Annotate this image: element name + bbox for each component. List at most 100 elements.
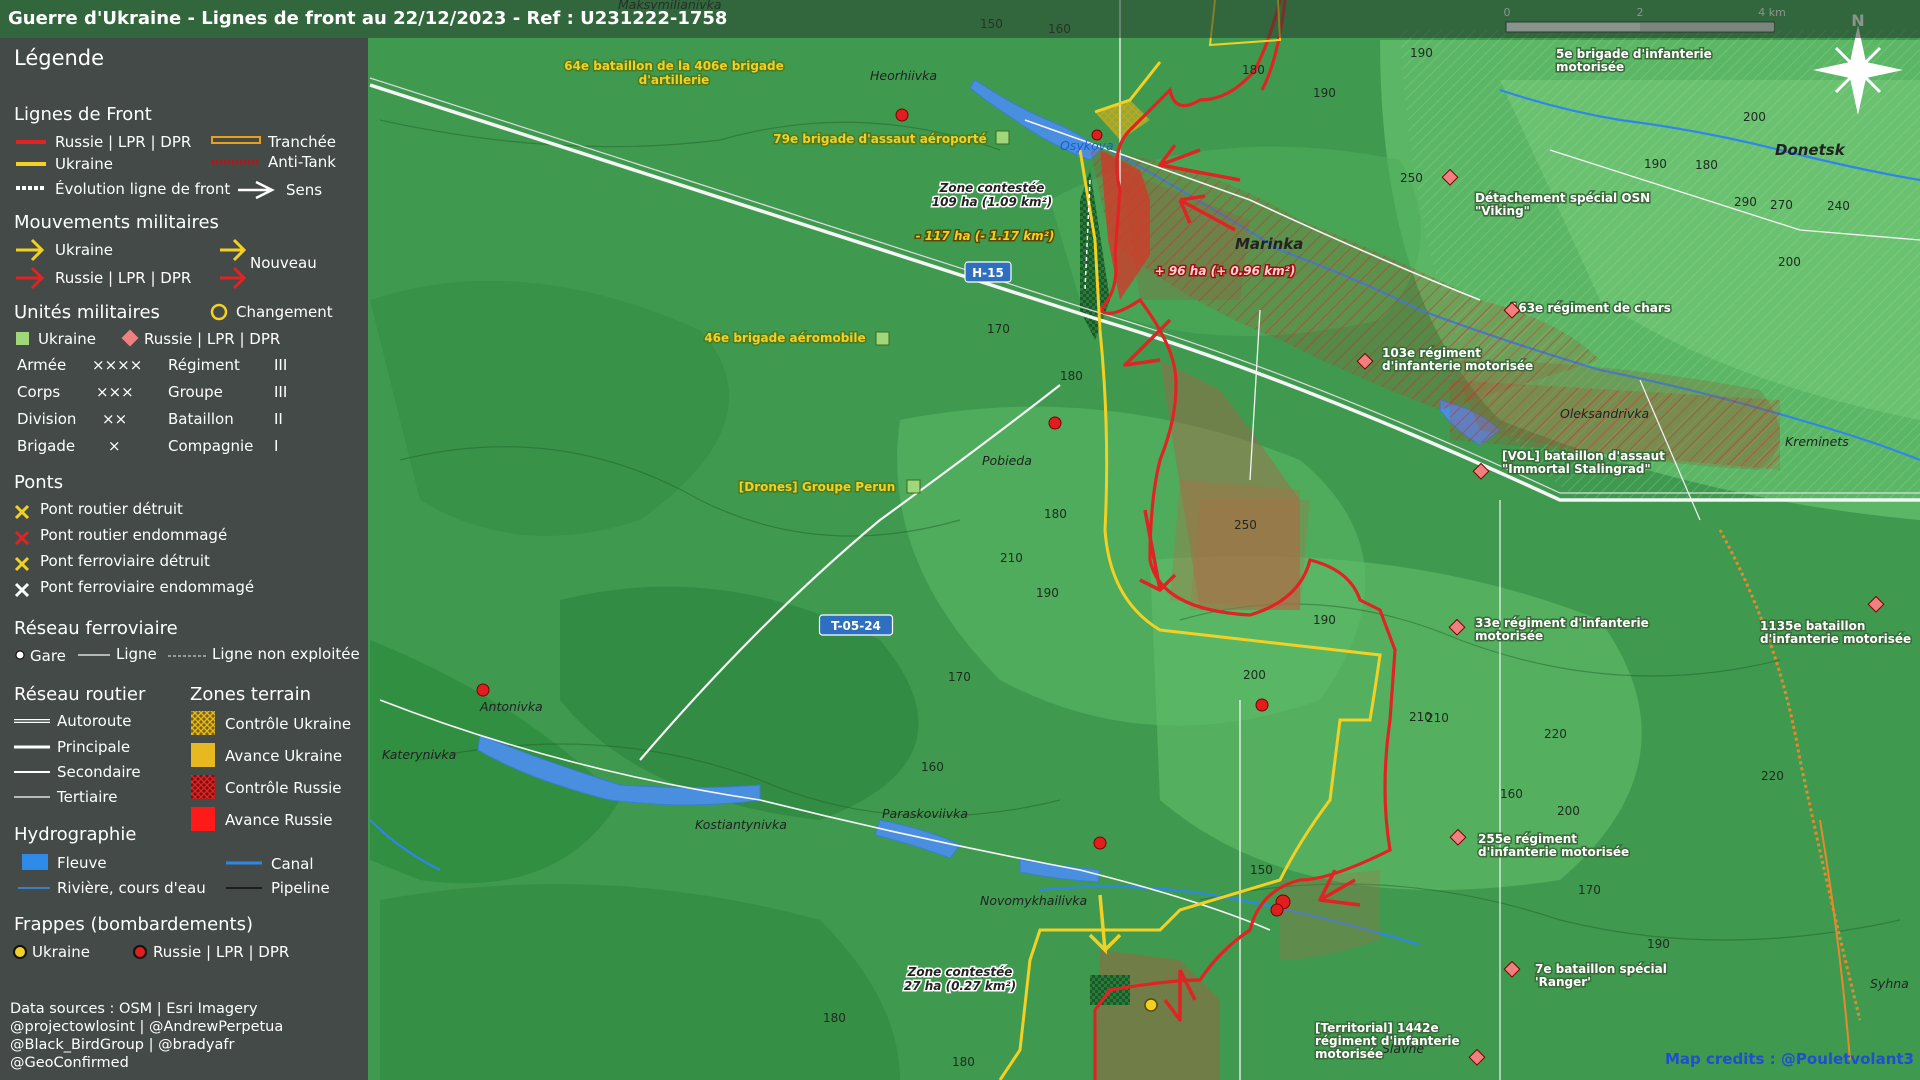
unit-size-label: Armée — [17, 356, 67, 374]
elevation-label: 210 — [1000, 551, 1023, 565]
unit-size-label: Régiment — [168, 356, 240, 374]
place-label: Oleksandrivka — [1560, 406, 1649, 421]
movement-ukraine-label: Ukraine — [55, 241, 113, 259]
roads-heading: Réseau routier — [14, 684, 146, 705]
rail-line-label: Ligne — [116, 645, 157, 663]
elevation-label: 190 — [1313, 86, 1336, 100]
front-evolution-label: Évolution ligne de front — [55, 180, 231, 198]
road-label: Secondaire — [57, 763, 141, 781]
rail-heading: Réseau ferroviaire — [14, 618, 178, 639]
units-russia-label: Russie | LPR | DPR — [144, 330, 281, 348]
elevation-label: 180 — [1242, 63, 1265, 77]
zone-label: Contrôle Russie — [225, 779, 342, 797]
place-label: Pobieda — [982, 453, 1032, 468]
front-trench-label: Tranchée — [268, 133, 337, 151]
elevation-label: 210 — [1426, 711, 1449, 725]
area-annotation: Zone contestée 109 ha (1.09 km²) — [932, 181, 1053, 209]
elevation-label: 190 — [1036, 586, 1059, 600]
road-label: Principale — [57, 738, 131, 756]
elevation-label: 180 — [1060, 369, 1083, 383]
elevation-label: 220 — [1761, 769, 1784, 783]
units-change-label: Changement — [236, 303, 333, 321]
place-label: Heorhiivka — [870, 68, 937, 83]
road-label: Tertiaire — [57, 788, 118, 806]
zones-heading: Zones terrain — [190, 684, 311, 705]
elevation-label: 200 — [1557, 804, 1580, 818]
bridges-heading: Ponts — [14, 472, 64, 493]
ukraine-unit-marker[interactable] — [875, 331, 890, 346]
zone-label: Contrôle Ukraine — [225, 715, 352, 733]
hydro-canal-label: Canal — [271, 855, 314, 873]
hydro-pipeline-label: Pipeline — [271, 879, 330, 897]
strike-russia-label: Russie | LPR | DPR — [153, 943, 290, 961]
credit-line: @GeoConfirmed — [10, 1055, 129, 1071]
elevation-label: 190 — [1313, 613, 1336, 627]
hydro-stream-label: Rivière, cours d'eau — [57, 879, 206, 897]
place-label: Syhna — [1870, 976, 1909, 991]
units-heading: Unités militaires — [14, 302, 160, 323]
place-label: Katerynivka — [382, 747, 456, 762]
bridge-label: Pont routier endommagé — [40, 526, 228, 544]
russia-unit-label: [VOL] bataillon d'assaut "Immortal Stalin… — [1502, 449, 1665, 476]
unit-size-symbol: ××× — [96, 383, 134, 401]
place-label: Paraskoviivka — [882, 806, 968, 821]
elevation-label: 180 — [823, 1011, 846, 1025]
unit-size-label: Brigade — [17, 437, 76, 455]
elevation-label: 170 — [987, 322, 1010, 336]
area-annotation: Zone contestée 27 ha (0.27 km²) — [904, 965, 1016, 993]
elevation-label: 200 — [1743, 110, 1766, 124]
unit-size-symbol: I — [274, 437, 279, 455]
credit-line: Data sources : OSM | Esri Imagery — [10, 1001, 258, 1017]
elevation-label: 180 — [952, 1055, 975, 1069]
front-direction-label: Sens — [286, 181, 323, 199]
elevation-label: 160 — [1500, 787, 1523, 801]
unit-size-symbol: ×××× — [92, 356, 143, 374]
unit-size-label: Bataillon — [168, 410, 234, 428]
place-label: Donetsk — [1775, 141, 1846, 159]
data-credits: Data sources : OSM | Esri Imagery @proje… — [10, 1000, 283, 1072]
elevation-label: 180 — [1044, 507, 1067, 521]
ukraine-unit-marker[interactable] — [906, 479, 921, 494]
elevation-label: 200 — [1778, 255, 1801, 269]
ukraine-unit-marker[interactable] — [995, 130, 1010, 145]
zone-label: Avance Ukraine — [225, 747, 343, 765]
unit-size-label: Compagnie — [168, 437, 254, 455]
elevation-label: 240 — [1827, 199, 1850, 213]
rail-unused-label: Ligne non exploitée — [212, 645, 360, 663]
bridge-label: Pont ferroviaire endommagé — [40, 578, 255, 596]
place-label: Antonivka — [479, 699, 543, 714]
front-antitank-label: Anti-Tank — [268, 153, 336, 171]
elevation-label: 290 — [1734, 195, 1757, 209]
zone-label: Avance Russie — [225, 811, 333, 829]
legend-title: Légende — [14, 46, 105, 70]
elevation-label: 160 — [921, 760, 944, 774]
hydro-heading: Hydrographie — [14, 824, 137, 845]
front-russia-label: Russie | LPR | DPR — [55, 133, 192, 151]
unit-size-symbol: ×× — [102, 410, 128, 428]
road-label: Autoroute — [57, 712, 132, 730]
front-heading: Lignes de Front — [14, 104, 152, 125]
units-ukraine-label: Ukraine — [38, 330, 96, 348]
elevation-label: 200 — [1243, 668, 1266, 682]
unit-size-label: Division — [17, 410, 77, 428]
movement-new-label: Nouveau — [250, 254, 317, 272]
movement-russia-label: Russie | LPR | DPR — [55, 269, 192, 287]
area-annotation: + 96 ha (+ 0.96 km²) — [1155, 264, 1296, 278]
elevation-label: 170 — [1578, 883, 1601, 897]
place-label: Kreminets — [1785, 434, 1849, 449]
elevation-label: 170 — [948, 670, 971, 684]
credit-line: @Black_BirdGroup | @bradyafr — [10, 1037, 235, 1053]
map-credit: Map credits : @Pouletvolant3 — [1665, 1050, 1914, 1068]
movements-heading: Mouvements militaires — [14, 212, 219, 233]
road-shield-label: H-15 — [972, 266, 1004, 280]
unit-size-symbol: × — [108, 437, 121, 455]
rail-station-label: Gare — [30, 647, 66, 665]
elevation-label: 190 — [1647, 937, 1670, 951]
bridge-label: Pont routier détruit — [40, 500, 183, 518]
elevation-label: 190 — [1644, 157, 1667, 171]
place-label: Novomykhailivka — [980, 893, 1087, 908]
elevation-label: 270 — [1770, 198, 1793, 212]
unit-size-symbol: III — [274, 383, 288, 401]
credit-line: @projectowlosint | @AndrewPerpetua — [10, 1019, 284, 1035]
unit-size-label: Corps — [17, 383, 61, 401]
